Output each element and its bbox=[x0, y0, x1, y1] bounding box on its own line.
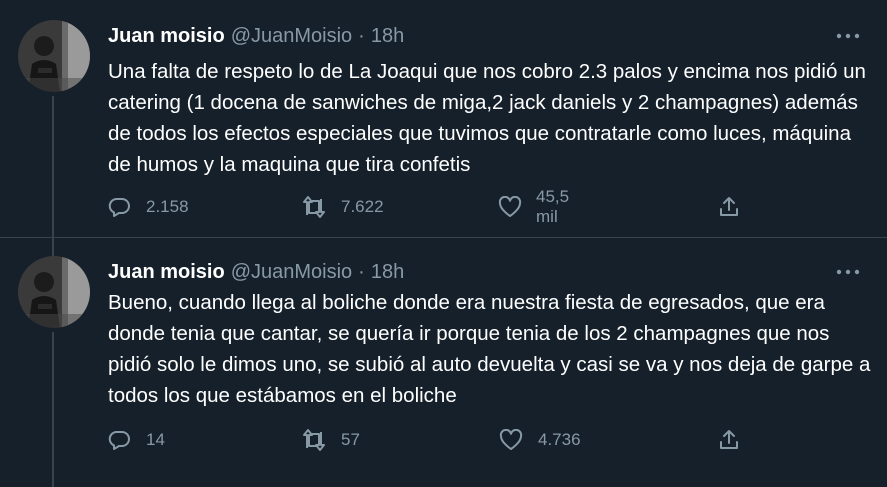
reply-icon bbox=[106, 427, 132, 453]
header-separator: · bbox=[358, 260, 365, 283]
author-handle[interactable]: @JuanMoisio bbox=[231, 261, 352, 284]
reply-button[interactable]: 2.158 bbox=[106, 194, 189, 220]
retweet-button[interactable]: 7.622 bbox=[301, 194, 384, 220]
tweet-2[interactable]: Juan moisio @JuanMoisio · 18h Bueno, cua… bbox=[0, 238, 887, 487]
reply-count: 14 bbox=[146, 430, 165, 449]
share-button[interactable] bbox=[716, 194, 742, 220]
avatar[interactable] bbox=[18, 256, 90, 328]
like-count: 45,5 mil bbox=[536, 187, 570, 226]
more-icon[interactable] bbox=[833, 26, 863, 46]
tweet-thread: Juan moisio @JuanMoisio · 18h Una falta … bbox=[0, 0, 887, 487]
share-button[interactable] bbox=[716, 427, 742, 453]
tweet-header: Juan moisio @JuanMoisio · 18h bbox=[108, 258, 404, 286]
tweet-header: Juan moisio @JuanMoisio · 18h bbox=[108, 22, 404, 50]
like-button[interactable]: 4.736 bbox=[498, 427, 581, 453]
timestamp[interactable]: 18h bbox=[371, 25, 404, 48]
timestamp[interactable]: 18h bbox=[371, 261, 404, 284]
author-handle[interactable]: @JuanMoisio bbox=[231, 25, 352, 48]
reply-icon bbox=[106, 194, 132, 220]
retweet-icon bbox=[301, 427, 327, 453]
tweet-text: Una falta de respeto lo de La Joaqui que… bbox=[108, 60, 866, 176]
avatar[interactable] bbox=[18, 20, 90, 92]
retweet-button[interactable]: 57 bbox=[301, 427, 360, 453]
share-icon bbox=[716, 194, 742, 220]
tweet-text: Bueno, cuando llega al boliche donde era… bbox=[108, 291, 871, 407]
retweet-icon bbox=[301, 194, 327, 220]
header-separator: · bbox=[358, 24, 365, 47]
tweet-1[interactable]: Juan moisio @JuanMoisio · 18h Una falta … bbox=[0, 0, 887, 238]
thread-connector bbox=[52, 238, 54, 256]
like-icon bbox=[498, 427, 524, 453]
like-count: 4.736 bbox=[538, 430, 581, 449]
reply-count: 2.158 bbox=[146, 197, 189, 216]
share-icon bbox=[716, 427, 742, 453]
avatar-image bbox=[18, 256, 90, 328]
avatar-image bbox=[18, 20, 90, 92]
thread-connector bbox=[52, 96, 54, 238]
thread-connector bbox=[52, 332, 54, 487]
author-name[interactable]: Juan moisio bbox=[108, 25, 225, 48]
retweet-count: 7.622 bbox=[341, 197, 384, 216]
like-icon bbox=[498, 194, 522, 220]
more-icon[interactable] bbox=[833, 262, 863, 282]
author-name[interactable]: Juan moisio bbox=[108, 261, 225, 284]
like-button[interactable]: 45,5 mil bbox=[498, 187, 571, 226]
retweet-count: 57 bbox=[341, 430, 360, 449]
reply-button[interactable]: 14 bbox=[106, 427, 165, 453]
